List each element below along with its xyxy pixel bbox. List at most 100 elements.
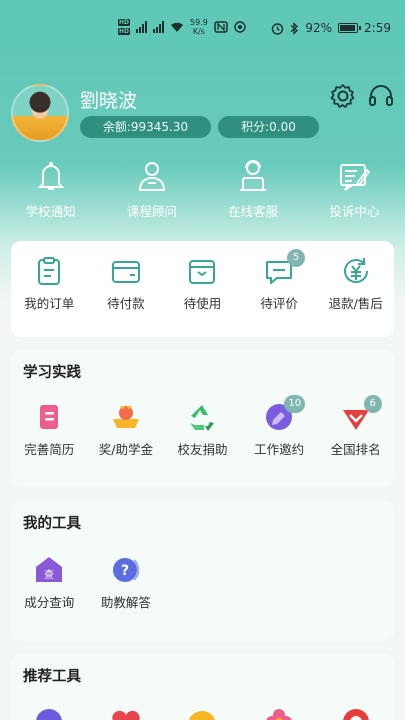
tools-title: 我的工具 (23, 516, 81, 532)
practice-label: 全国排名 (330, 442, 381, 457)
points-pill[interactable]: 积分:0.00 (218, 116, 319, 138)
tool-score-query[interactable]: 查 成分查询 (11, 554, 88, 611)
practice-alumni-donation[interactable]: 校友捐助 (164, 401, 241, 458)
flower-icon (266, 709, 292, 720)
headset-icon[interactable] (367, 82, 395, 110)
quick-item-label: 投诉中心 (329, 204, 380, 219)
question-icon: ? (112, 558, 140, 582)
username[interactable]: 劉晓波 (80, 86, 137, 113)
practice-card: 学习实践 完善简历 奖/助学金 校友捐助 10 工作邀约 6 全国排名 (11, 349, 394, 487)
practice-resume[interactable]: 完善简历 (11, 401, 88, 458)
tool-label: 助教解答 (100, 595, 151, 610)
avatar[interactable] (11, 84, 69, 142)
box-icon (189, 260, 216, 284)
score-query-icon: 查 (36, 557, 63, 582)
ranking-icon-wrap: 6 (340, 395, 382, 433)
recommend-card: 推荐工具 (11, 653, 394, 720)
recommend-item-5[interactable] (317, 705, 394, 720)
hd-icon: HD HD (118, 19, 131, 35)
order-label: 待使用 (183, 296, 222, 311)
recommend-item-1[interactable] (11, 705, 88, 720)
status-left: HD HD 59.9 K/s (118, 18, 246, 36)
order-pending-payment[interactable]: 待付款 (88, 255, 165, 312)
review-badge: 5 (287, 249, 306, 267)
question-icon-text: ? (121, 563, 129, 579)
resume-icon-wrap (33, 401, 65, 433)
tool-ta-answer[interactable]: ? 助教解答 (88, 554, 165, 611)
recommend-item-2[interactable] (88, 705, 165, 720)
recycle-icon-wrap (186, 401, 218, 433)
heart-icon (112, 710, 140, 720)
quick-nav: 学校通知 课程顾问 在线客服 投诉中心 (0, 158, 405, 220)
battery-icon (338, 23, 362, 33)
signal-icon (136, 21, 148, 33)
tool-label: 成分查询 (24, 595, 75, 610)
practice-label: 校友捐助 (177, 442, 228, 457)
orders-row: 我的订单 待付款 待使用 5 待评价 退款/售后 (11, 249, 394, 312)
job-invite-icon-wrap: 10 (263, 395, 306, 433)
alarm-icon (272, 22, 284, 35)
wifi-icon (171, 22, 184, 32)
quick-item-label: 课程顾问 (126, 204, 177, 219)
orders-card: 我的订单 待付款 待使用 5 待评价 退款/售后 (11, 241, 394, 337)
practice-national-ranking[interactable]: 6 全国排名 (317, 395, 394, 458)
recommend-row (11, 705, 394, 720)
order-refund[interactable]: 退款/售后 (317, 255, 394, 312)
quick-item-label: 在线客服 (228, 204, 279, 219)
tools-row: 查 成分查询 ? 助教解答 (11, 554, 394, 611)
order-label: 我的订单 (24, 296, 75, 311)
practice-scholarship[interactable]: 奖/助学金 (88, 401, 165, 458)
recommend-title: 推荐工具 (23, 669, 81, 685)
recommend-item-3[interactable] (164, 705, 241, 720)
comment-icon-wrap: 5 (263, 249, 306, 287)
order-label: 退款/售后 (328, 296, 383, 311)
practice-job-invite[interactable]: 10 工作邀约 (241, 395, 318, 458)
quick-item-complaint[interactable]: 投诉中心 (304, 158, 405, 220)
app-notification-icon (234, 21, 246, 33)
signal-icon-2 (153, 21, 165, 33)
net-speed-value: 59.9 (190, 18, 208, 27)
net-speed: 59.9 K/s (190, 18, 208, 36)
recycle-icon (190, 405, 215, 431)
quick-item-online-service[interactable]: 在线客服 (203, 158, 304, 220)
wallet-icon (111, 261, 140, 283)
customer-service-icon (240, 160, 267, 191)
gear-icon[interactable] (329, 82, 357, 110)
resume-icon (40, 405, 59, 429)
bluetooth-icon (290, 21, 299, 35)
clipboard-icon (38, 257, 61, 285)
practice-label: 工作邀约 (254, 442, 305, 457)
quick-item-school-notice[interactable]: 学校通知 (0, 158, 101, 220)
complaint-icon (340, 164, 371, 191)
refund-icon (343, 258, 368, 284)
balance-pill[interactable]: 余额:99345.30 (80, 116, 211, 138)
order-my-orders[interactable]: 我的订单 (11, 255, 88, 312)
job-invite-badge: 10 (284, 395, 306, 413)
tools-card: 我的工具 查 成分查询 ? 助教解答 (11, 500, 394, 641)
quick-item-course-advisor[interactable]: 课程顾问 (101, 158, 202, 220)
question-icon-wrap: ? (110, 554, 142, 586)
scholarship-icon (112, 405, 139, 428)
status-bar: HD HD 59.9 K/s 92% 2:59 (0, 0, 405, 60)
practice-label: 完善简历 (24, 442, 75, 457)
order-to-review[interactable]: 5 待评价 (241, 249, 318, 312)
recommend-tool-icon (189, 711, 216, 720)
recommend-item-4[interactable] (241, 705, 318, 720)
scholarship-icon-wrap (110, 401, 142, 433)
score-query-icon-text: 查 (44, 568, 54, 581)
practice-title: 学习实践 (23, 365, 81, 381)
nfc-icon (214, 21, 228, 33)
recommend-tool-icon (342, 709, 369, 720)
status-time: 2:59 (364, 21, 391, 35)
order-label: 待付款 (107, 296, 145, 311)
status-right: 92% 2:59 (271, 21, 391, 35)
net-speed-unit: K/s (192, 27, 205, 36)
practice-label: 奖/助学金 (98, 442, 153, 457)
quick-item-label: 学校通知 (25, 204, 76, 219)
advisor-icon (138, 162, 165, 191)
practice-row: 完善简历 奖/助学金 校友捐助 10 工作邀约 6 全国排名 (11, 395, 394, 458)
order-to-use[interactable]: 待使用 (164, 255, 241, 312)
bell-icon (37, 162, 65, 190)
order-label: 待评价 (260, 296, 298, 311)
ranking-badge: 6 (363, 395, 382, 413)
